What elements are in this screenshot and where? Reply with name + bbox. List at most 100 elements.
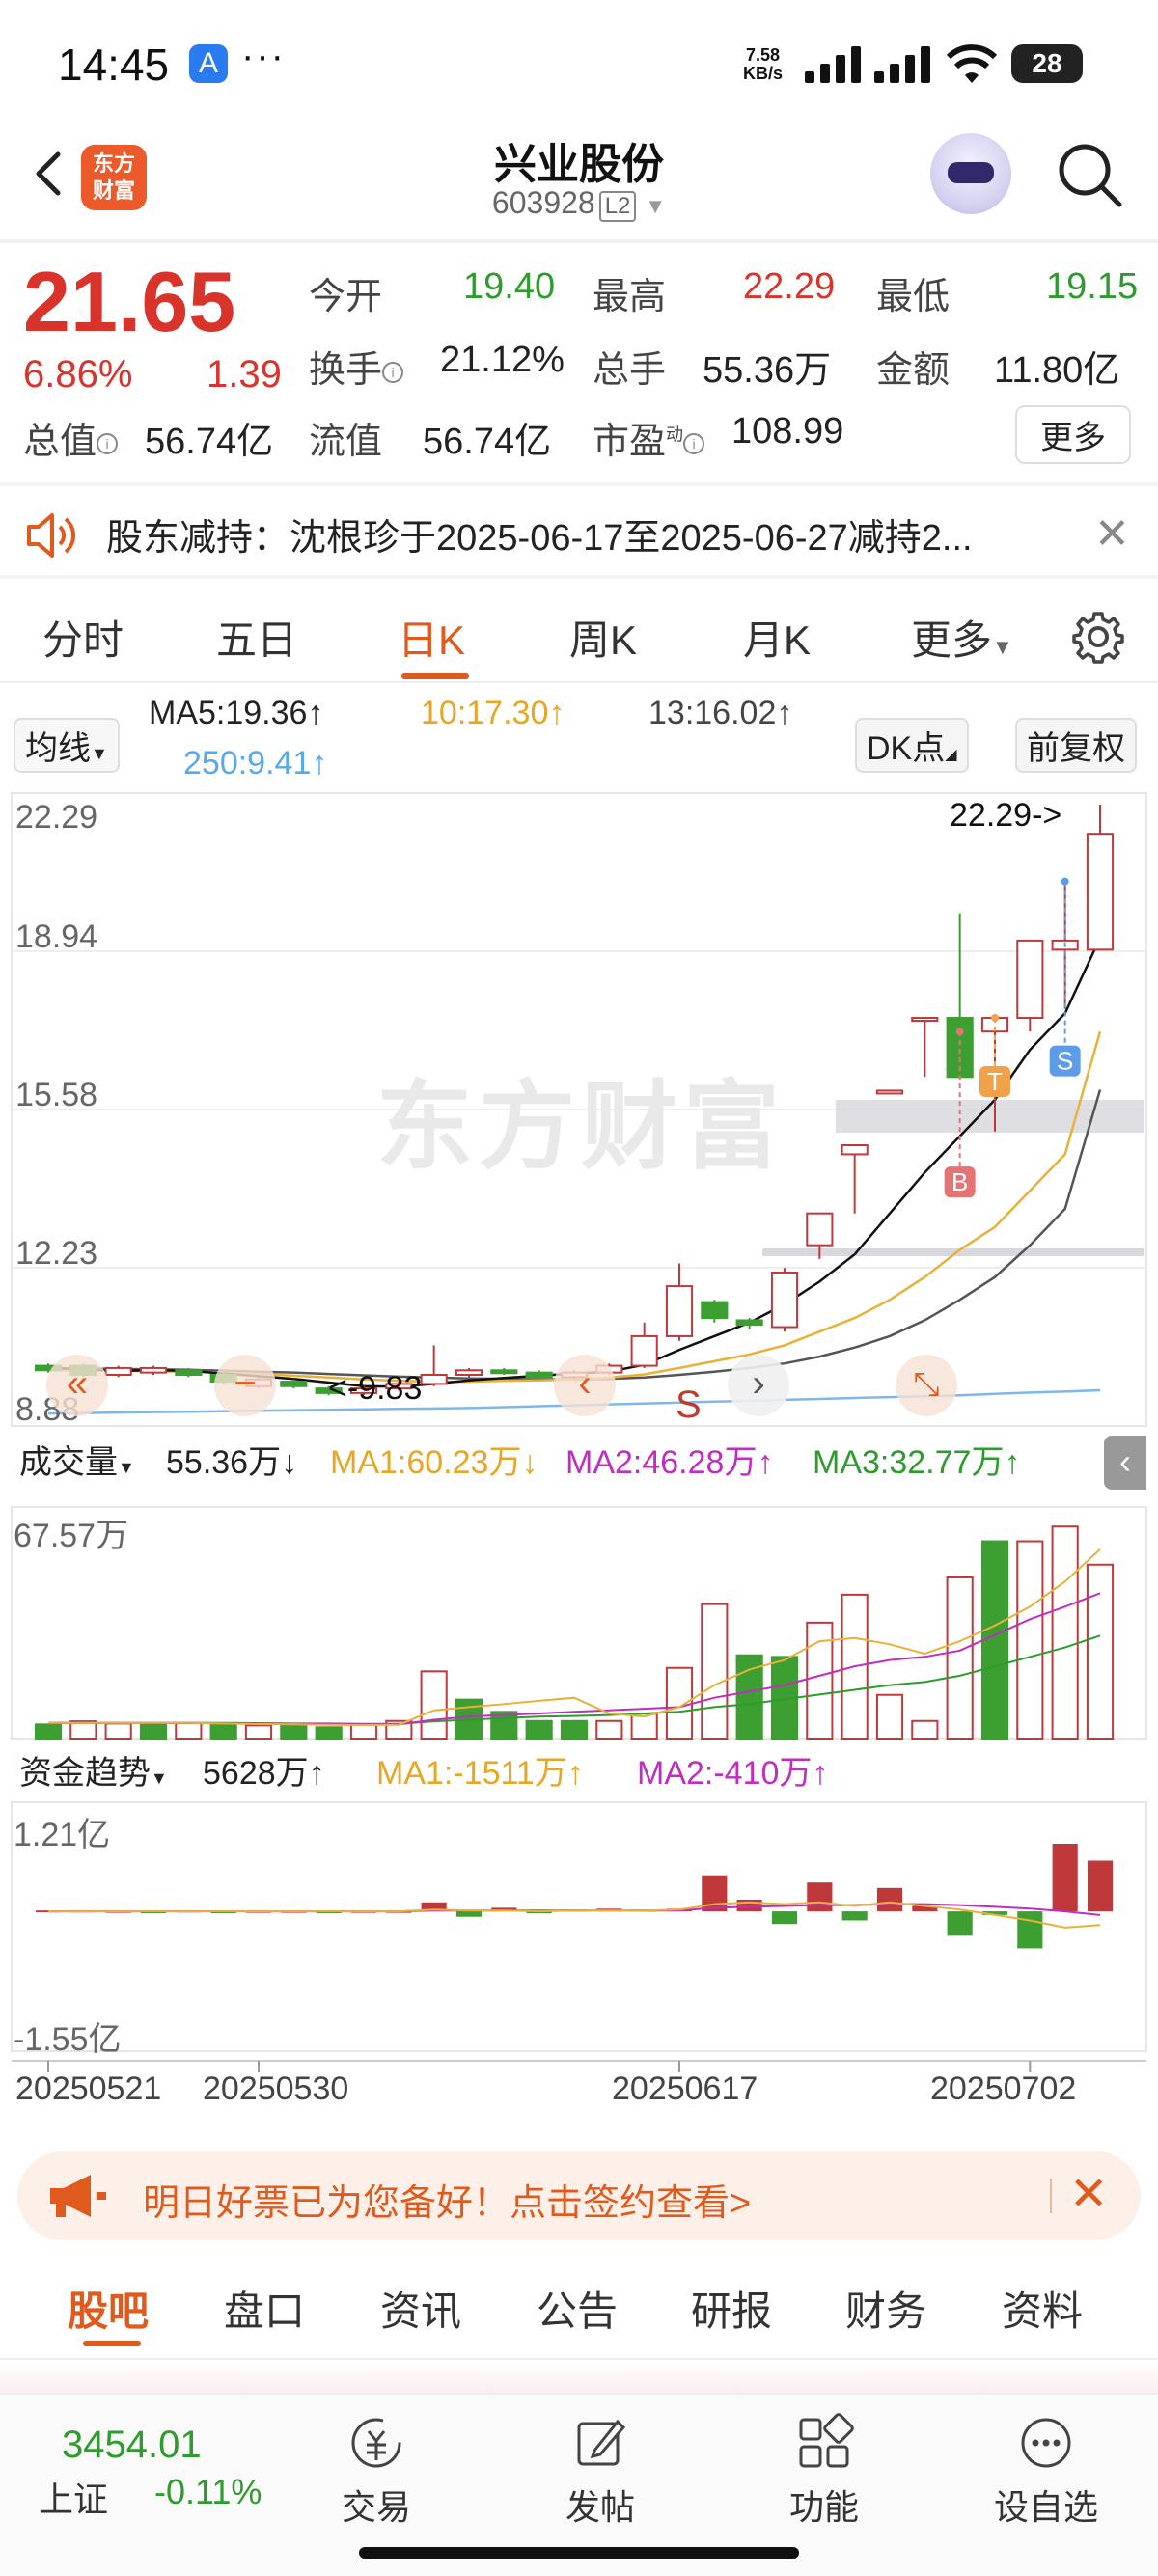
high-label: 最高 (593, 277, 667, 317)
back-icon[interactable] (23, 145, 81, 203)
volume-bar (280, 1723, 308, 1740)
tab-research[interactable]: 研报 (691, 2279, 772, 2338)
candle-body (1016, 939, 1044, 1020)
fund-bar (876, 1887, 903, 1912)
watermark: 东方财富 (376, 1073, 786, 1181)
total-mv-value: 56.74亿 (145, 422, 274, 462)
active-tab-indicator (83, 2341, 141, 2346)
date-label: 20250617 (612, 2070, 758, 2107)
stock-code-selector[interactable]: 603928 L2 ▼ (463, 185, 695, 222)
volume-label: 总手 (593, 350, 667, 391)
volume-bar (349, 1723, 378, 1740)
promo-text: 明日好票已为您备好！点击签约查看> (143, 2183, 752, 2224)
candle-body (665, 1285, 694, 1337)
close-icon[interactable]: ✕ (1069, 2167, 1108, 2221)
kline-chart-area: 均线▼ MA5:19.36↑ 10:17.30↑ 13:16.02↑ 250:9… (0, 691, 1158, 2138)
fund-value: 5628万↑ (203, 1755, 325, 1792)
assistant-robot-icon[interactable] (930, 133, 1011, 214)
volume-bar (69, 1720, 97, 1740)
fund-bar (455, 1911, 482, 1917)
tab-financials[interactable]: 财务 (845, 2279, 926, 2338)
volume-axis-label: 67.57万 (14, 1518, 129, 1554)
candle-body (735, 1319, 763, 1327)
info-icon: i (96, 432, 119, 454)
speaker-icon (27, 513, 76, 558)
app-logo[interactable]: 东方 财富 (81, 145, 147, 210)
notice-bar[interactable]: 股东减持：沈根珍于2025-06-17至2025-06-27减持2... ✕ (0, 482, 1158, 579)
volume-bar (911, 1719, 939, 1740)
search-icon[interactable] (1052, 137, 1129, 214)
date-label: 20250702 (930, 2070, 1077, 2107)
active-tab-indicator (401, 673, 469, 679)
promo-banner[interactable]: 明日好票已为您备好！点击签约查看> ✕ (17, 2151, 1141, 2240)
more-button[interactable]: 更多 (1015, 405, 1131, 464)
low-value: 19.15 (1046, 266, 1139, 307)
date-label: 20250530 (203, 2070, 349, 2107)
volume-bar (875, 1693, 904, 1740)
nav-post[interactable]: 发帖 (533, 2412, 668, 2530)
volume-bar (701, 1603, 729, 1740)
tab-forum[interactable]: 股吧 (68, 2279, 149, 2338)
gear-icon[interactable] (1071, 610, 1125, 664)
zoom-out-icon[interactable]: − (214, 1355, 276, 1416)
volume-value: 55.36万 (703, 350, 832, 391)
scroll-right-icon[interactable]: › (728, 1355, 789, 1416)
max-price-label: 22.29-> (950, 797, 1062, 834)
tab-monthly-k[interactable]: 月K (743, 608, 811, 667)
nav-functions[interactable]: 功能 (757, 2412, 892, 2530)
dropdown-icon: ▼ (992, 635, 1013, 659)
volume-bar (104, 1722, 132, 1740)
tab-intraday[interactable]: 分时 (42, 608, 124, 667)
nav-add-watchlist[interactable]: 设自选 (979, 2412, 1114, 2530)
divider (0, 239, 1158, 243)
fullscreen-icon[interactable]: ⤡ (896, 1355, 957, 1416)
tab-announcements[interactable]: 公告 (537, 2279, 618, 2338)
tab-order-book[interactable]: 盘口 (224, 2279, 305, 2338)
megaphone-icon (50, 2175, 106, 2217)
stock-header: 东方 财富 兴业股份 603928 L2 ▼ (0, 125, 1158, 236)
tab-five-day[interactable]: 五日 (216, 608, 297, 667)
fund-bar (1017, 1911, 1043, 1949)
app-store-icon: A (189, 44, 228, 83)
pe-label[interactable]: 市盈动 i (593, 411, 705, 464)
market-index[interactable]: 3454.01 上证 -0.11% (0, 2395, 270, 2520)
fund-bar (736, 1899, 762, 1912)
fund-ma2: MA2:-410万↑ (637, 1755, 829, 1792)
close-icon[interactable]: ✕ (1094, 509, 1130, 559)
volume-bar (1086, 1563, 1115, 1740)
notice-text: 股东减持：沈根珍于2025-06-17至2025-06-27减持2... (106, 518, 973, 559)
candle-body (104, 1366, 132, 1376)
fund-ma1: MA1:-1511万↑ (376, 1755, 584, 1792)
fund-bar (1052, 1844, 1078, 1912)
fund-bar (841, 1911, 868, 1921)
collapse-panel-icon[interactable]: ‹ (1104, 1436, 1146, 1490)
battery-icon: 28 (1011, 44, 1083, 83)
turnover-label[interactable]: 换手 i (309, 340, 404, 393)
volume-panel-frame (11, 1506, 1147, 1740)
candle-body (875, 1089, 904, 1095)
tab-daily-k[interactable]: 日K (398, 608, 465, 667)
candle-body (490, 1369, 518, 1375)
fund-bar (771, 1911, 798, 1925)
volume-bar (560, 1719, 589, 1740)
candle-body (175, 1369, 203, 1376)
candle-body (911, 1017, 939, 1023)
tab-news[interactable]: 资讯 (380, 2279, 461, 2338)
tab-weekly-k[interactable]: 周K (569, 608, 637, 667)
fund-trend-selector[interactable]: 资金趋势▼ (12, 1746, 176, 1794)
scroll-left-icon[interactable]: ‹ (554, 1355, 616, 1416)
turnover-value: 21.12% (440, 340, 565, 380)
total-mv-label[interactable]: 总值 i (23, 411, 119, 464)
volume-ma3: MA3:32.77万↑ (813, 1444, 1021, 1481)
change-amount: 1.39 (207, 353, 282, 396)
nav-trade[interactable]: 交易 (309, 2412, 444, 2530)
tab-more[interactable]: 更多▼ (911, 608, 1013, 667)
tab-profile[interactable]: 资料 (1002, 2279, 1083, 2338)
price-axis-label: 18.94 (15, 918, 98, 955)
volume-selector[interactable]: 成交量▼ (12, 1436, 143, 1483)
more-options-icon (1021, 2418, 1071, 2468)
scroll-left-fast-icon[interactable]: « (46, 1355, 108, 1416)
volume-bar (1051, 1525, 1079, 1740)
candle-body (806, 1212, 834, 1247)
high-value: 22.29 (743, 266, 836, 307)
